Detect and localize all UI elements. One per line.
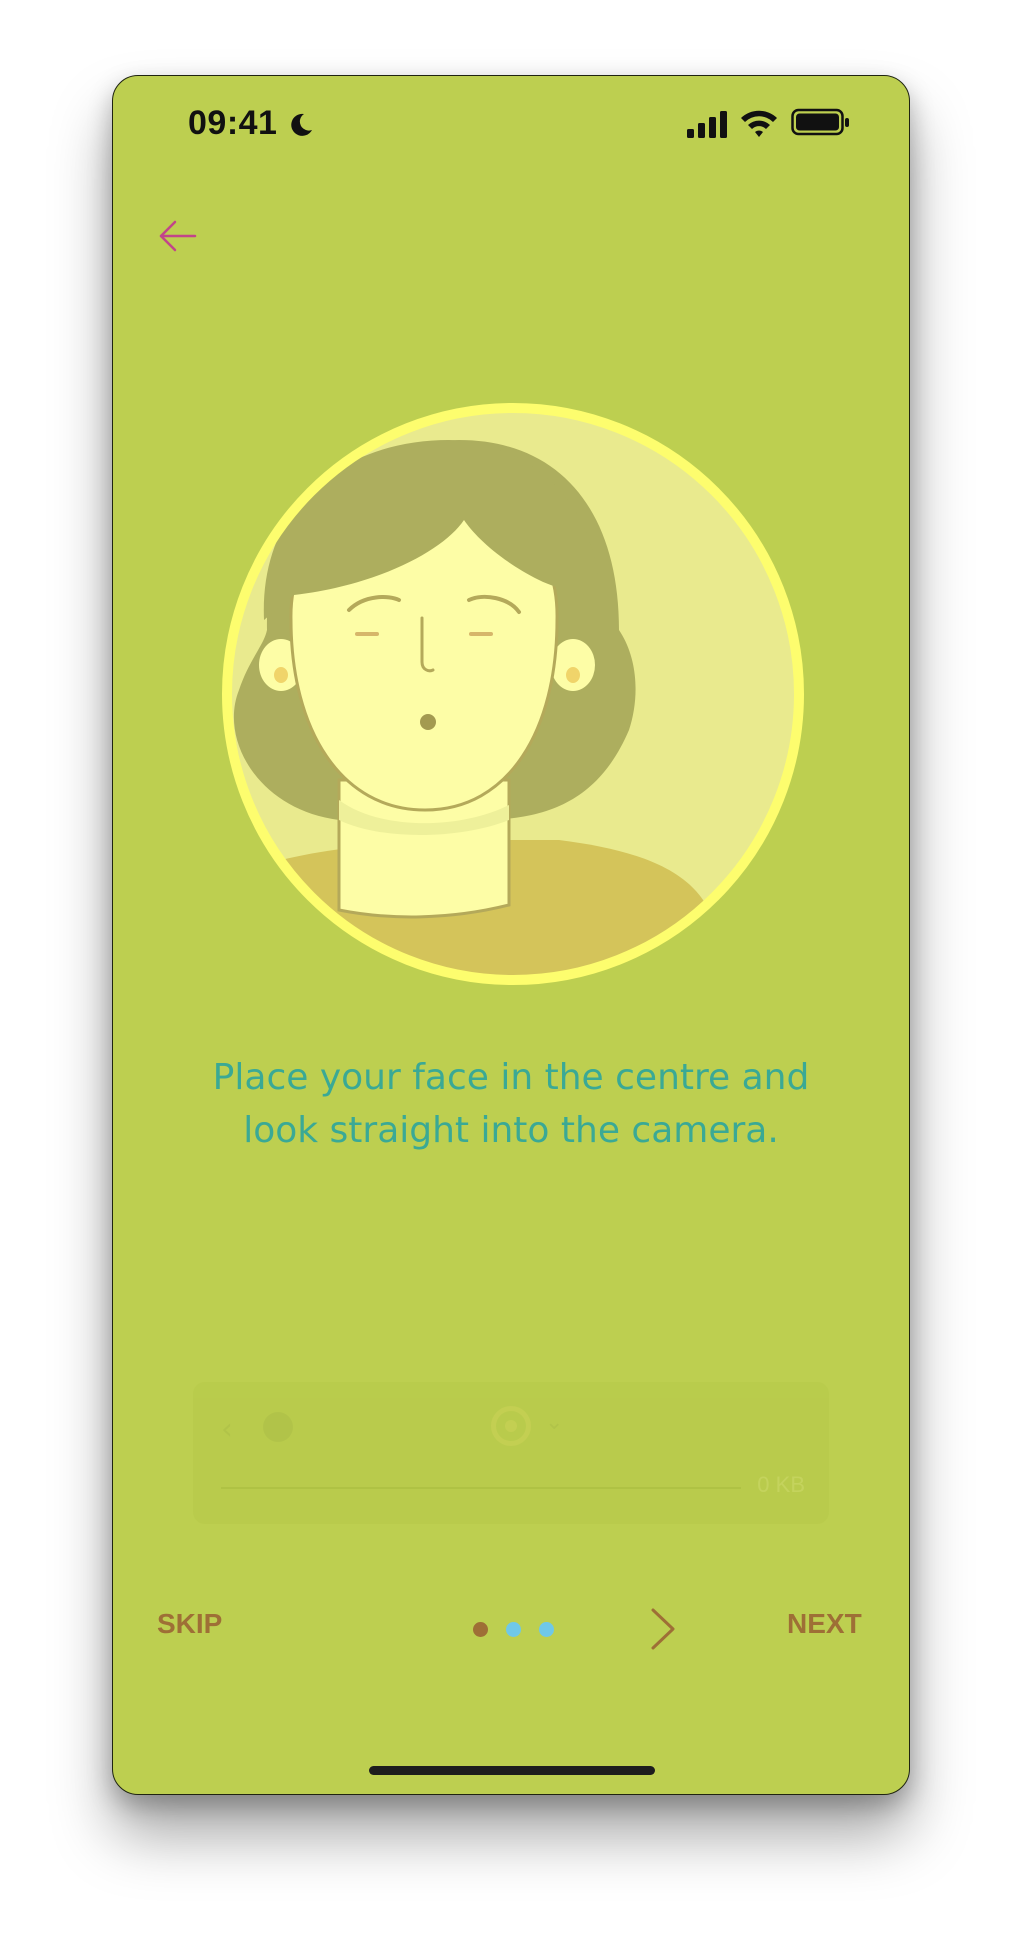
faded-thumbnail bbox=[263, 1412, 293, 1442]
instruction-text: Place your face in the centre and look s… bbox=[212, 1057, 810, 1151]
battery-icon bbox=[791, 108, 849, 136]
pager-dot bbox=[539, 1622, 554, 1637]
pager-dot bbox=[506, 1622, 521, 1637]
back-arrow-icon[interactable] bbox=[153, 211, 203, 261]
page-indicator bbox=[473, 1622, 593, 1642]
faded-chevron-down-icon: ⌄ bbox=[545, 1410, 564, 1435]
phone-screen: 09:41 Place your face in the centre and … bbox=[112, 75, 910, 1795]
faded-progress-line bbox=[221, 1487, 741, 1489]
moon-icon bbox=[291, 113, 312, 136]
home-indicator[interactable] bbox=[369, 1766, 655, 1775]
cellular-signal-icon bbox=[687, 111, 727, 138]
next-button[interactable]: NEXT bbox=[787, 1608, 862, 1640]
status-time: 09:41 bbox=[188, 104, 278, 142]
chevron-right-icon[interactable] bbox=[645, 1604, 681, 1654]
face-guide-illustration bbox=[222, 403, 804, 985]
faded-back-icon: ‹ bbox=[221, 1412, 233, 1447]
skip-button[interactable]: SKIP bbox=[157, 1608, 222, 1640]
faded-size-label: 0 KB bbox=[757, 1472, 805, 1497]
pager-dot-active bbox=[473, 1622, 488, 1637]
wifi-icon bbox=[741, 110, 777, 137]
status-bar: 09:41 bbox=[113, 76, 909, 166]
faded-recorder-panel: ‹ ⌄ 0 KB bbox=[193, 1382, 829, 1524]
faded-record-icon bbox=[491, 1406, 531, 1446]
